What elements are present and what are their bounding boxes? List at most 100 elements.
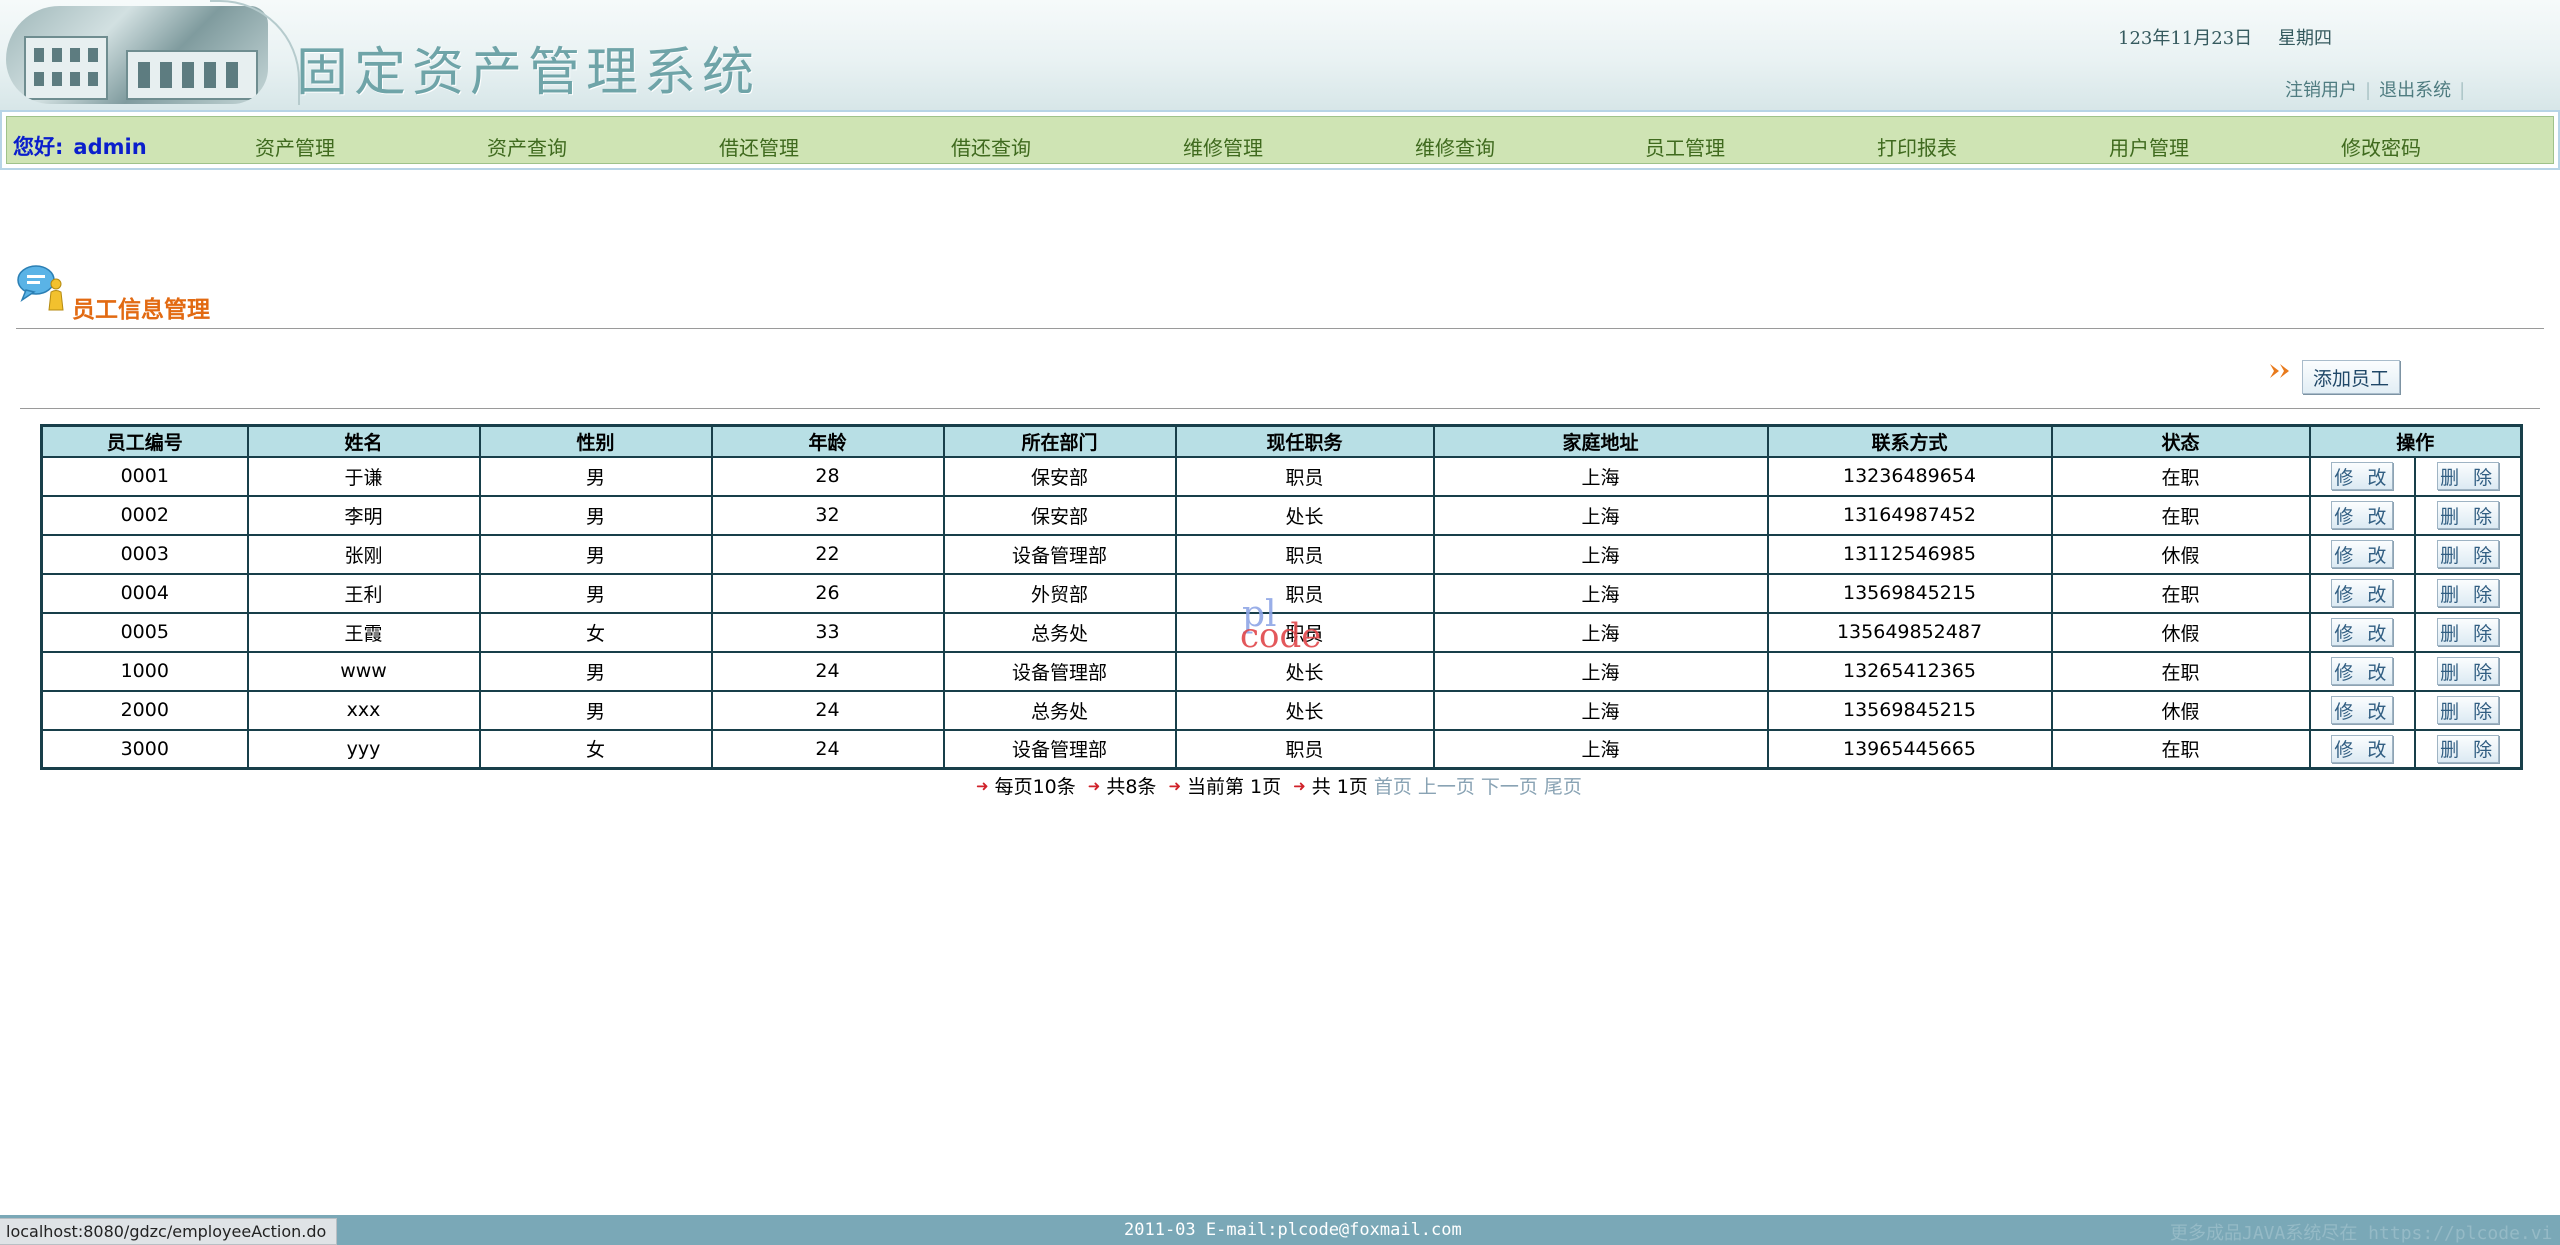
- cell-actions: 修 改删 除: [2308, 455, 2523, 497]
- delete-button[interactable]: 删 除: [2437, 657, 2500, 685]
- col-header-age: 年龄: [710, 424, 945, 458]
- delete-button[interactable]: 删 除: [2437, 579, 2500, 607]
- link-separator: |: [2365, 80, 2372, 101]
- nav-item-print-report[interactable]: 打印报表: [1877, 132, 1957, 161]
- edit-button[interactable]: 修 改: [2331, 462, 2394, 490]
- col-header-name: 姓名: [246, 424, 481, 458]
- nav-item-repair-management[interactable]: 维修管理: [1183, 132, 1263, 161]
- nav-item-borrow-query[interactable]: 借还查询: [951, 132, 1031, 161]
- action-slot: 删 除: [2416, 458, 2520, 495]
- cell-department: 设备管理部: [942, 650, 1177, 692]
- cell-age: 24: [710, 650, 945, 692]
- table-row: 1000 www 男 24 设备管理部 处长 上海 13265412365 在职修 改 删 除: [40, 650, 2523, 692]
- browser-status-url: localhost:8080/gdzc/employeeAction.do: [0, 1218, 338, 1245]
- logout-user-link[interactable]: 注销用户: [2285, 80, 2357, 101]
- pager-prev-link[interactable]: 上一页: [1418, 772, 1475, 799]
- nav-item-asset-query[interactable]: 资产查询: [487, 132, 567, 161]
- delete-button[interactable]: 删 除: [2437, 462, 2500, 490]
- edit-button[interactable]: 修 改: [2331, 579, 2394, 607]
- col-header-position: 现任职务: [1174, 424, 1435, 458]
- edit-button[interactable]: 修 改: [2331, 657, 2394, 685]
- cell-department: 总务处: [942, 611, 1177, 653]
- cell-address: 上海: [1432, 494, 1769, 536]
- cell-age: 32: [710, 494, 945, 536]
- cell-name: 王利: [246, 572, 481, 614]
- cell-status: 在职: [2050, 455, 2311, 497]
- pager-last-link[interactable]: 尾页: [1544, 772, 1582, 799]
- delete-button[interactable]: 删 除: [2437, 618, 2500, 646]
- cell-contact: 13112546985: [1766, 533, 2053, 575]
- delete-button[interactable]: 删 除: [2437, 696, 2500, 724]
- nav-item-change-password[interactable]: 修改密码: [2341, 132, 2421, 161]
- edit-button[interactable]: 修 改: [2331, 540, 2394, 568]
- col-header-gender: 性别: [478, 424, 713, 458]
- cell-department: 保安部: [942, 455, 1177, 497]
- cell-name: 王霞: [246, 611, 481, 653]
- action-slot: 删 除: [2416, 653, 2520, 690]
- cell-address: 上海: [1432, 572, 1769, 614]
- cell-position: 职员: [1174, 455, 1435, 497]
- pager-pages: 共 1页: [1311, 776, 1368, 798]
- col-header-contact: 联系方式: [1766, 424, 2053, 458]
- pager-first-link[interactable]: 首页: [1374, 772, 1412, 799]
- cell-contact: 13569845215: [1766, 689, 2053, 731]
- cell-gender: 男: [478, 455, 713, 497]
- cell-employee-id: 1000: [40, 650, 249, 692]
- action-slot: 删 除: [2416, 614, 2520, 651]
- nav-item-borrow-management[interactable]: 借还管理: [719, 132, 799, 161]
- edit-button[interactable]: 修 改: [2331, 696, 2394, 724]
- edit-button[interactable]: 修 改: [2331, 618, 2394, 646]
- cell-status: 在职: [2050, 728, 2311, 770]
- delete-button[interactable]: 删 除: [2437, 734, 2500, 763]
- add-employee-button[interactable]: 添加员工: [2302, 360, 2400, 394]
- cell-position: 处长: [1174, 689, 1435, 731]
- cell-department: 设备管理部: [942, 533, 1177, 575]
- pager-next-link[interactable]: 下一页: [1481, 772, 1538, 799]
- cell-name: yyy: [246, 728, 481, 770]
- greeting-label: 您好:: [13, 135, 64, 159]
- nav-item-employee-management[interactable]: 员工管理: [1645, 132, 1725, 161]
- delete-button[interactable]: 删 除: [2437, 540, 2500, 568]
- delete-button[interactable]: 删 除: [2437, 501, 2500, 529]
- cell-position: 职员: [1174, 533, 1435, 575]
- cell-contact: 13569845215: [1766, 572, 2053, 614]
- nav-item-repair-query[interactable]: 维修查询: [1415, 132, 1495, 161]
- cell-status: 在职: [2050, 572, 2311, 614]
- table-body: 0001 于谦男 28 保安部 职员 上海 13236489654 在职修 改删 除 0002 李…: [40, 455, 2523, 770]
- current-weekday: 星期四: [2278, 28, 2332, 49]
- action-slot: 修 改: [2311, 574, 2417, 612]
- cell-status: 休假: [2050, 689, 2311, 731]
- edit-button[interactable]: 修 改: [2331, 734, 2394, 763]
- cell-employee-id: 0002: [40, 494, 249, 536]
- cell-employee-id: 0001: [40, 455, 249, 497]
- cell-gender: 女: [478, 728, 713, 770]
- cell-status: 在职: [2050, 494, 2311, 536]
- link-separator: |: [2459, 80, 2466, 101]
- cell-department: 外贸部: [942, 572, 1177, 614]
- app-header: 固定资产管理系统 123年11月23日 星期四 注销用户 | 退出系统 |: [0, 0, 2560, 110]
- cell-gender: 男: [478, 494, 713, 536]
- cell-position: 处长: [1174, 494, 1435, 536]
- logo-swoosh-decoration: [210, 0, 300, 105]
- cell-address: 上海: [1432, 533, 1769, 575]
- cell-gender: 男: [478, 650, 713, 692]
- divider: [16, 328, 2544, 329]
- cell-gender: 男: [478, 572, 713, 614]
- cell-position: 职员: [1174, 611, 1435, 653]
- action-group: 修 改删 除: [2311, 613, 2521, 651]
- cell-employee-id: 0005: [40, 611, 249, 653]
- cell-department: 设备管理部: [942, 728, 1177, 770]
- nav-item-asset-management[interactable]: 资产管理: [255, 132, 335, 161]
- cell-actions: 修 改删 除: [2308, 650, 2523, 692]
- pagination: ➜ 每页10条 ➜ 共8条 ➜ 当前第 1页 ➜ 共 1页 首页 上一页 下一页…: [976, 772, 1582, 799]
- cell-position: 职员: [1174, 728, 1435, 770]
- cell-position: 处长: [1174, 650, 1435, 692]
- exit-system-link[interactable]: 退出系统: [2379, 80, 2451, 101]
- edit-button[interactable]: 修 改: [2331, 501, 2394, 529]
- cell-actions: 修 改删 除: [2308, 572, 2523, 614]
- nav-item-user-management[interactable]: 用户管理: [2109, 132, 2189, 161]
- pager-arrow-icon: ➜: [976, 776, 989, 795]
- cell-contact: 13965445665: [1766, 728, 2053, 770]
- col-header-department: 所在部门: [942, 424, 1177, 458]
- cell-position: 职员: [1174, 572, 1435, 614]
